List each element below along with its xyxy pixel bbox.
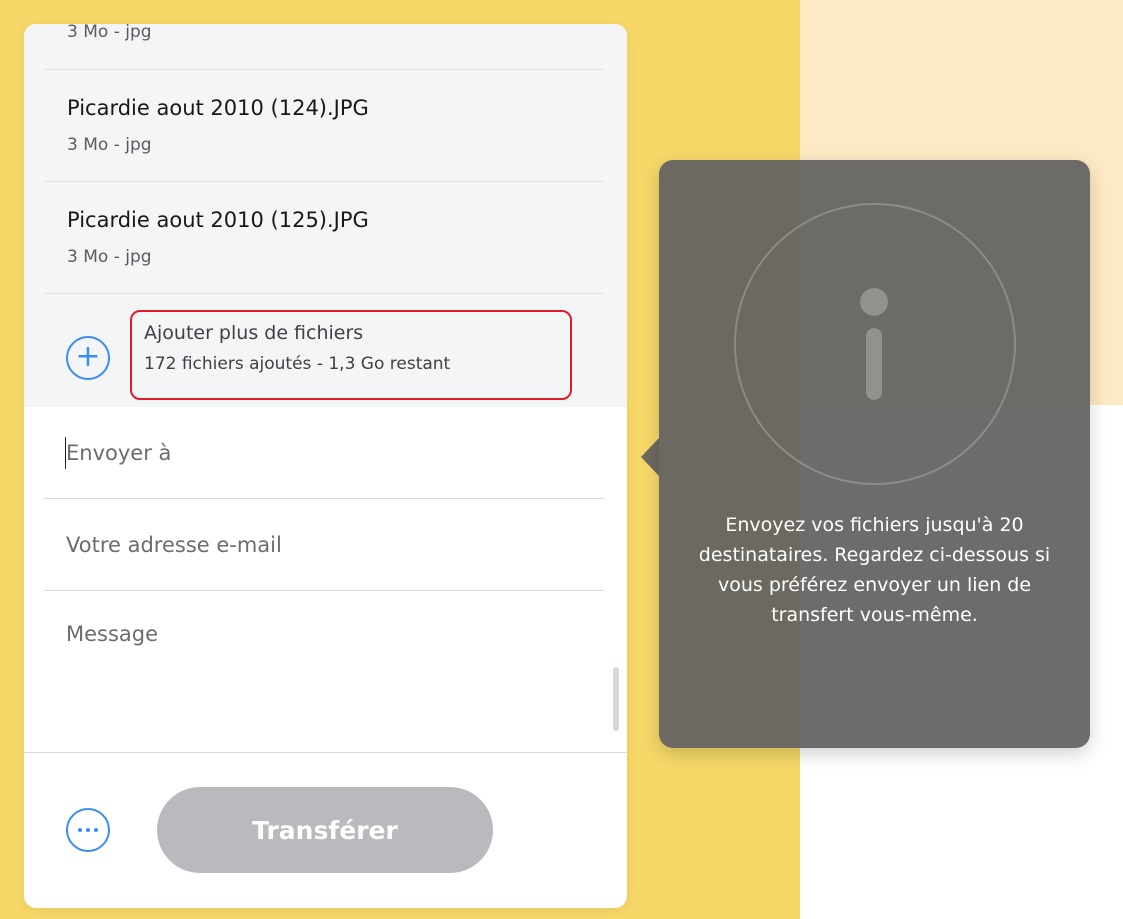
tooltip-text: Envoyez vos fichiers jusqu'à 20 destinat… (698, 514, 1051, 626)
tooltip-arrow (641, 438, 659, 476)
info-icon-bar (866, 328, 882, 400)
file-name: Picardie aout 2010 (125).JPG (67, 208, 369, 232)
info-tooltip: Envoyez vos fichiers jusqu'à 20 destinat… (659, 160, 1090, 748)
file-item: 3 Mo - jpg (44, 24, 604, 70)
text-caret (65, 437, 66, 469)
transfer-panel: 3 Mo - jpg Picardie aout 2010 (124).JPG … (24, 24, 627, 908)
add-files-row[interactable]: + Ajouter plus de fichiers 172 fichiers … (24, 294, 627, 407)
file-meta: 3 Mo - jpg (67, 135, 152, 155)
files-added-summary: 172 fichiers ajoutés - 1,3 Go restant (144, 354, 451, 374)
file-meta: 3 Mo - jpg (67, 24, 152, 42)
recipient-input[interactable] (66, 435, 586, 471)
plus-circle-icon[interactable]: + (66, 336, 110, 380)
sender-email-field[interactable] (44, 499, 604, 591)
file-name: Picardie aout 2010 (124).JPG (67, 96, 369, 120)
add-files-title: Ajouter plus de fichiers (144, 322, 364, 344)
message-input[interactable] (66, 622, 586, 732)
scrollbar-thumb[interactable] (613, 667, 619, 731)
file-meta: 3 Mo - jpg (67, 247, 152, 267)
info-icon-dot (860, 288, 888, 316)
transfer-button[interactable]: Transférer (157, 787, 493, 873)
file-item: Picardie aout 2010 (124).JPG 3 Mo - jpg (44, 69, 604, 182)
sender-email-input[interactable] (66, 527, 586, 563)
divider (24, 752, 627, 753)
more-options-icon[interactable] (66, 808, 110, 852)
file-list[interactable]: 3 Mo - jpg Picardie aout 2010 (124).JPG … (24, 24, 627, 407)
file-item: Picardie aout 2010 (125).JPG 3 Mo - jpg (44, 181, 604, 294)
message-field[interactable] (44, 592, 614, 752)
recipient-field[interactable] (44, 407, 604, 499)
add-files-button[interactable]: Ajouter plus de fichiers 172 fichiers aj… (130, 310, 572, 400)
